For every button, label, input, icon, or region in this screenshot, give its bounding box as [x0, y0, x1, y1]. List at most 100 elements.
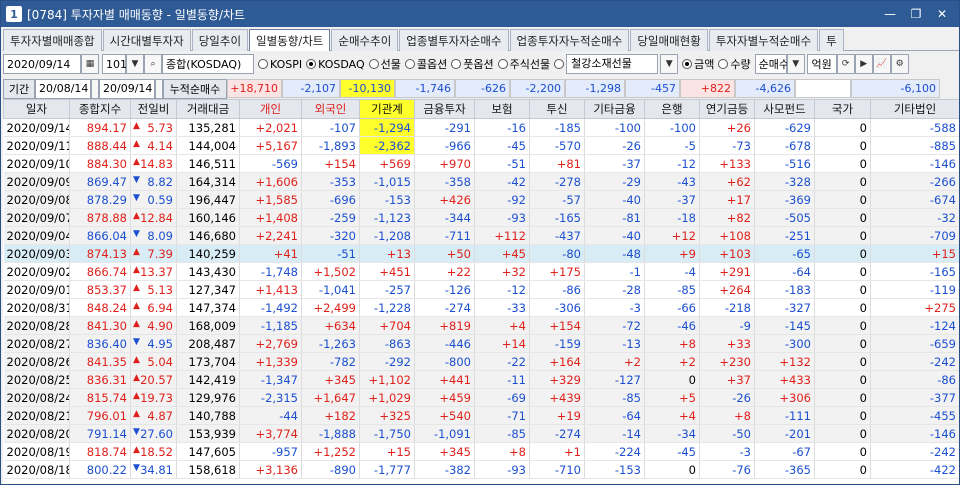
cell-13: +132: [754, 352, 815, 371]
period-to-input[interactable]: 20/09/14: [99, 78, 155, 99]
table-row[interactable]: 2020/08/25 836.31 ▲ 20.57 142,419 -1,347 +345 +…: [3, 370, 959, 389]
table-row[interactable]: 2020/09/01 853.37 ▲ 5.13 127,347 +1,413 -1,041…: [3, 280, 959, 299]
market-radio-1[interactable]: KOSDAQ: [306, 54, 365, 74]
column-header-2[interactable]: 전일비: [130, 99, 177, 119]
table-row[interactable]: 2020/08/18 800.22 ▼ 34.81 158,618 +3,136 -890-…: [3, 460, 959, 479]
column-header-0[interactable]: 일자: [3, 99, 70, 119]
tab-6[interactable]: 업종투자자누적순매수: [509, 29, 630, 51]
table-row[interactable]: 2020/09/04 866.04 ▼ 8.09 146,680 +2,241 -320 -1…: [3, 226, 959, 245]
up-arrow-icon: ▲: [133, 210, 140, 221]
column-header-10[interactable]: 기타금융: [584, 99, 645, 119]
tab-5[interactable]: 업종별투자자순매수: [399, 29, 509, 51]
cell-1: 853.37: [69, 280, 131, 299]
next-icon[interactable]: ▶: [854, 54, 873, 74]
column-header-15[interactable]: 기타법인: [870, 99, 959, 119]
table-row[interactable]: 2020/08/19 818.74 ▲ 18.52 147,605 -957 +1,252 +…: [3, 442, 959, 461]
table-row[interactable]: 2020/09/14 894.17 ▲ 5.73 135,281 +2,021 -107 -1…: [3, 118, 959, 137]
table-row[interactable]: 2020/08/26 841.35 ▲ 5.04 173,704 +1,339 -782 -2…: [3, 352, 959, 371]
cell-3: 208,487: [176, 334, 240, 353]
table-row[interactable]: 2020/08/24 815.74 ▲ 19.73 129,976 -2,315 +1,64…: [3, 388, 959, 407]
gear-icon[interactable]: ⚙: [890, 54, 909, 74]
cell-9: +175: [529, 262, 585, 281]
down-arrow-icon: ▼: [133, 228, 140, 239]
table-row[interactable]: 2020/09/11 888.44 ▲ 4.14 144,004 +5,167 -1,893…: [3, 136, 959, 155]
market-radio-5[interactable]: 주식선물: [497, 54, 551, 74]
table-row[interactable]: 2020/08/27 836.40 ▼ 4.95 208,487 +2,769 -1,263…: [3, 334, 959, 353]
column-header-9[interactable]: 투신: [529, 99, 585, 119]
table-row[interactable]: 2020/09/09 869.47 ▼ 8.82 164,314 +1,606 -353 -1…: [3, 172, 959, 191]
column-header-4[interactable]: 개인: [239, 99, 302, 119]
table-row[interactable]: 2020/08/20 791.14 ▼ 27.60 153,939 +3,774 -1,88…: [3, 424, 959, 443]
column-header-1[interactable]: 종합지수: [69, 99, 131, 119]
column-header-14[interactable]: 국가: [814, 99, 871, 119]
up-arrow-icon: ▲: [133, 444, 140, 455]
cell-7: -126: [414, 280, 475, 299]
cell-9: +439: [529, 388, 585, 407]
column-header-3[interactable]: 거래대금: [176, 99, 240, 119]
unit-radio-1[interactable]: 수량: [718, 56, 751, 72]
cell-9: +19: [529, 406, 585, 425]
table-row[interactable]: 2020/09/08 878.29 ▼ 0.59 196,447 +1,585 -696 -1…: [3, 190, 959, 209]
cell-2: ▼ 8.09: [130, 226, 177, 245]
tab-3[interactable]: 일별동향/차트: [249, 29, 331, 51]
column-header-13[interactable]: 사모펀드: [754, 99, 815, 119]
market-radio-0[interactable]: KOSPI: [258, 54, 302, 74]
chart-icon[interactable]: 📈: [872, 54, 891, 74]
cell-12: -76: [699, 460, 755, 479]
change-value: 5.73: [147, 120, 173, 135]
minimize-button[interactable]: —: [881, 5, 899, 23]
table-row[interactable]: 2020/08/21 796.01 ▲ 4.87 140,788 -44 +182 +325 +…: [3, 406, 959, 425]
date-input[interactable]: 2020/09/14: [3, 54, 81, 74]
window-number-badge: 1: [6, 6, 22, 22]
mode-dropdown-icon[interactable]: ▼: [786, 54, 805, 74]
cell-15: -455: [870, 406, 959, 425]
cumulative-value-10: [795, 79, 851, 98]
column-header-12[interactable]: 연기금등: [699, 99, 755, 119]
period-from-calendar-icon[interactable]: [91, 78, 99, 99]
column-header-5[interactable]: 외국인: [301, 99, 360, 119]
table-row[interactable]: 2020/09/10 884.30 ▲ 14.83 146,511 -569 +154 +56…: [3, 154, 959, 173]
cell-6: -257: [359, 280, 415, 299]
table-row[interactable]: 2020/08/28 841.30 ▲ 4.90 168,009 -1,185 +634 +7…: [3, 316, 959, 335]
column-header-8[interactable]: 보험: [474, 99, 530, 119]
tab-2[interactable]: 당일추이: [191, 29, 249, 51]
tab-strip: 투자자별매매종합 시간대별투자자 당일추이 일별동향/차트 순매수추이 업종별투자자순매수…: [3, 29, 959, 51]
market-radio-2[interactable]: 선물: [368, 54, 401, 74]
market-radio-3[interactable]: 콜옵션: [404, 54, 447, 74]
market-radio-4[interactable]: 풋옵션: [451, 54, 494, 74]
tab-8[interactable]: 투자자별누적순매수: [708, 29, 819, 51]
tab-7[interactable]: 당일매매현황: [630, 29, 708, 51]
column-header-7[interactable]: 금융투자: [414, 99, 475, 119]
product-dropdown-icon[interactable]: ▼: [660, 54, 679, 74]
tab-1[interactable]: 시간대별투자자: [102, 29, 191, 51]
close-button[interactable]: ✕: [933, 5, 951, 23]
maximize-button[interactable]: ❐: [907, 5, 925, 23]
tab-9[interactable]: 투: [819, 29, 844, 51]
period-from-input[interactable]: 20/08/14: [35, 78, 91, 99]
cell-4: +2,241: [239, 226, 302, 245]
table-row[interactable]: 2020/09/02 866.74 ▲ 13.37 143,430 -1,748 +1,50…: [3, 262, 959, 281]
code-input[interactable]: 101: [102, 54, 127, 74]
market-radio-6[interactable]: 철강소재선물: [554, 54, 659, 74]
column-header-6[interactable]: 기관계: [359, 99, 415, 119]
table-row[interactable]: 2020/09/03 874.13 ▲ 7.39 140,259 +41 -51 +13 +50…: [3, 244, 959, 263]
column-header-11[interactable]: 은행: [644, 99, 700, 119]
unit-radio-0[interactable]: 금액: [682, 56, 714, 72]
calendar-button[interactable]: ▦: [81, 54, 99, 74]
table-row[interactable]: 2020/09/07 878.88 ▲ 12.84 160,146 +1,408 -259-…: [3, 208, 959, 227]
cell-10: -26: [584, 136, 645, 155]
daily-trend-table[interactable]: 일자 종합지수 전일비 거래대금 개인 외국인 기관계 금융투자 보험 투신 기타금융 은행 연기금등 사…: [3, 99, 959, 484]
tab-0[interactable]: 투자자별매매종합: [3, 29, 102, 51]
mode-select[interactable]: 순매수: [754, 54, 789, 74]
period-to-calendar-icon[interactable]: [155, 78, 163, 99]
search-icon[interactable]: ⌕: [144, 54, 162, 74]
table-row[interactable]: 2020/08/31 848.24 ▲ 6.94 147,374 -1,492 +2,499…: [3, 298, 959, 317]
tab-4[interactable]: 순매수추이: [331, 29, 399, 51]
cell-13: -251: [754, 226, 815, 245]
code-dropdown-icon[interactable]: ▼: [126, 54, 144, 74]
refresh-icon[interactable]: ⟳: [836, 54, 855, 74]
cell-14: 0: [814, 172, 871, 191]
cell-1: 836.31: [69, 370, 131, 389]
radio-label: 주식선물: [509, 58, 551, 71]
cell-date: 2020/09/11: [3, 136, 70, 155]
